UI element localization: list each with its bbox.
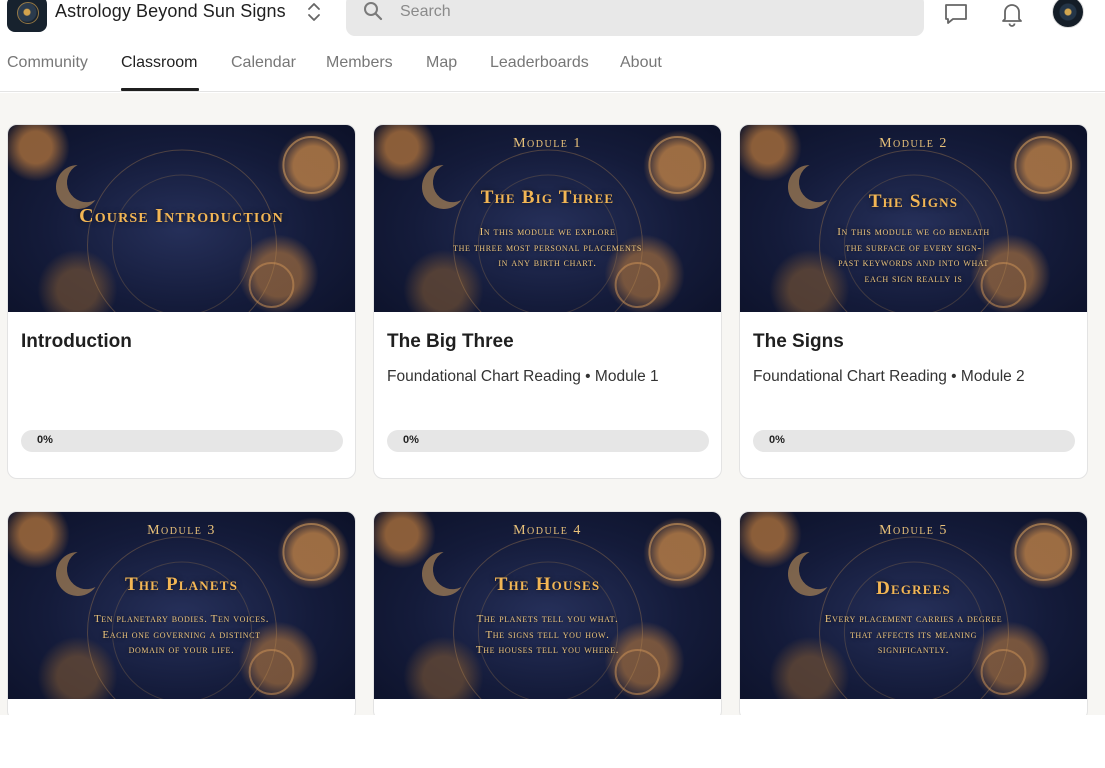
course-card[interactable]: Module 3 The Planets Ten planetary bodie… [7,511,356,715]
progress-bar: 0% [21,430,343,452]
bell-icon[interactable] [999,1,1025,27]
course-subtitle: Foundational Chart Reading • Module 2 [753,368,1025,385]
course-card[interactable]: Course Introduction Introduction 0% [7,124,356,479]
course-cover-image: Module 5 Degrees Every placement carries… [740,512,1087,699]
progress-bar: 0% [387,430,709,452]
classroom-grid: Course Introduction Introduction 0% Modu… [0,93,1105,715]
course-title: The Big Three [387,331,514,352]
cover-title: The Signs [868,191,959,212]
course-cover-image: Module 2 The Signs In this module we go … [740,125,1087,312]
top-header: Astrology Beyond Sun Signs Community Cla… [0,0,1105,92]
astrology-wheel-decoration [55,523,341,699]
cover-description: In this module we explore the three most… [453,226,642,269]
user-avatar[interactable] [1052,0,1084,28]
search-input[interactable] [400,2,900,22]
cover-title: Course Introduction [79,205,284,227]
cover-module-label: Module 2 [879,136,948,151]
course-card[interactable]: Module 2 The Signs In this module we go … [739,124,1088,479]
cover-description: Every placement carries a degree that af… [824,613,1003,656]
progress-bar: 0% [753,430,1075,452]
course-card[interactable]: Module 4 The Houses The planets tell you… [373,511,722,715]
tab-community[interactable]: Community [7,54,88,72]
chevron-up-down-icon[interactable] [305,1,323,23]
course-cover-image: Module 1 The Big Three In this module we… [374,125,721,312]
course-cover-image: Module 3 The Planets Ten planetary bodie… [8,512,355,699]
cover-description: Ten planetary bodies. Ten voices. Each o… [93,613,270,656]
search-icon [364,2,383,21]
course-cover-image: Module 4 The Houses The planets tell you… [374,512,721,699]
tab-members[interactable]: Members [326,54,393,72]
chat-icon[interactable] [943,1,969,27]
tab-leaderboards[interactable]: Leaderboards [490,54,589,72]
cover-title: Degrees [876,578,951,599]
community-name[interactable]: Astrology Beyond Sun Signs [55,1,286,22]
tab-map[interactable]: Map [426,54,457,72]
astrology-wheel-decoration [787,523,1073,699]
cover-module-label: Module 5 [879,523,948,538]
cover-title: The Big Three [480,187,615,208]
course-card[interactable]: Module 1 The Big Three In this module we… [373,124,722,479]
cover-description: The planets tell you what. The signs tel… [475,613,620,656]
course-cover-image: Course Introduction [8,125,355,312]
course-card[interactable]: Module 5 Degrees Every placement carries… [739,511,1088,715]
course-title: Introduction [21,331,132,352]
active-tab-indicator [121,88,199,91]
cover-module-label: Module 4 [513,523,582,538]
cover-module-label: Module 1 [513,136,582,151]
progress-label: 0% [769,434,785,446]
cover-module-label: Module 3 [147,523,216,538]
tab-classroom[interactable]: Classroom [121,54,197,72]
astrology-wheel-decoration [421,523,707,699]
course-title: The Signs [753,331,844,352]
cover-title: The Houses [494,574,601,595]
nav-tabs: Community Classroom Calendar Members Map… [0,44,1105,92]
progress-label: 0% [37,434,53,446]
cover-description: In this module we go beneath the surface… [837,226,990,285]
page-footer-space [0,715,1105,768]
cover-title: The Planets [124,574,239,595]
progress-label: 0% [403,434,419,446]
tab-calendar[interactable]: Calendar [231,54,296,72]
tab-about[interactable]: About [620,54,662,72]
astrology-wheel-decoration [421,136,707,312]
community-logo[interactable] [7,0,47,32]
course-subtitle: Foundational Chart Reading • Module 1 [387,368,659,385]
